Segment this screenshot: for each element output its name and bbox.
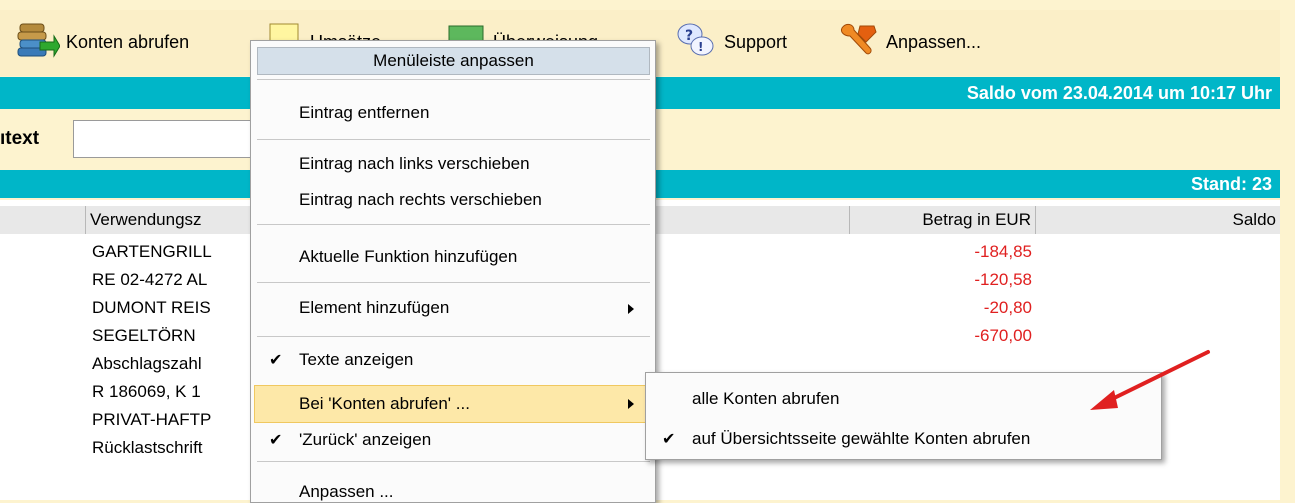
header-empty xyxy=(0,206,86,234)
support-button[interactable]: ? ! Support xyxy=(674,20,787,64)
anpassen-button[interactable]: Anpassen... xyxy=(836,20,981,64)
submenu-arrow-icon xyxy=(628,304,634,314)
menu-item-zurueck-anzeigen[interactable]: 'Zurück' anzeigen xyxy=(299,430,431,450)
submenu-item-gewaehlte-konten[interactable]: auf Übersichtsseite gewählte Konten abru… xyxy=(692,429,1030,449)
menu-item-anpassen[interactable]: Anpassen ... xyxy=(299,482,394,502)
menu-separator xyxy=(257,336,650,337)
menu-item-nach-rechts[interactable]: Eintrag nach rechts verschieben xyxy=(299,190,542,210)
table-cell-verwendungszweck: Rücklastschrift xyxy=(92,438,203,457)
menu-item-bei-konten-abrufen[interactable]: Bei 'Konten abrufen' ... xyxy=(299,394,470,414)
table-cell-verwendungszweck: R 186069, K 1 xyxy=(92,382,201,401)
context-menu: Menüleiste anpassen Eintrag entfernen Ei… xyxy=(250,40,656,503)
submenu-item-alle-konten[interactable]: alle Konten abrufen xyxy=(692,389,839,409)
checkmark-icon: ✔ xyxy=(269,352,283,369)
menu-item-funktion-hinzufuegen[interactable]: Aktuelle Funktion hinzufügen xyxy=(299,247,517,267)
table-cell-betrag: -120,58 xyxy=(974,270,1032,289)
konten-abrufen-label: Konten abrufen xyxy=(66,31,190,52)
menu-title: Menüleiste anpassen xyxy=(257,47,650,75)
header-betrag[interactable]: Betrag in EUR xyxy=(850,206,1036,234)
support-label: Support xyxy=(724,31,788,52)
menu-item-nach-links[interactable]: Eintrag nach links verschieben xyxy=(299,154,530,174)
search-label: ıtext xyxy=(0,128,40,149)
menu-item-element-hinzufuegen[interactable]: Element hinzufügen xyxy=(299,298,449,318)
menu-separator xyxy=(257,224,650,225)
table-cell-verwendungszweck: GARTENGRILL xyxy=(92,242,212,261)
checkmark-icon: ✔ xyxy=(269,432,283,449)
konten-abrufen-button[interactable]: Konten abrufen xyxy=(14,20,189,64)
support-icon: ? ! xyxy=(674,20,718,65)
checkmark-icon: ✔ xyxy=(662,431,676,448)
menu-item-eintrag-entfernen[interactable]: Eintrag entfernen xyxy=(299,103,429,123)
search-input[interactable] xyxy=(73,120,263,158)
header-saldo[interactable]: Saldo xyxy=(1036,206,1280,234)
menu-separator xyxy=(257,79,650,80)
konten-abrufen-icon xyxy=(14,20,61,65)
submenu-arrow-icon xyxy=(628,399,634,409)
menu-item-texte-anzeigen[interactable]: Texte anzeigen xyxy=(299,350,413,370)
annotation-arrow-icon xyxy=(1090,350,1210,410)
table-cell-verwendungszweck: SEGELTÖRN xyxy=(92,326,196,345)
table-cell-verwendungszweck: Abschlagszahl xyxy=(92,354,202,373)
table-cell-verwendungszweck: DUMONT REIS xyxy=(92,298,211,317)
wrench-icon xyxy=(836,20,880,65)
svg-text:!: ! xyxy=(698,40,703,54)
table-cell-betrag: -670,00 xyxy=(974,326,1032,345)
menu-separator xyxy=(257,461,650,462)
table-cell-betrag: -20,80 xyxy=(983,298,1032,317)
anpassen-label: Anpassen... xyxy=(886,31,982,52)
table-cell-verwendungszweck: RE 02-4272 AL xyxy=(92,270,208,289)
table-cell-verwendungszweck: PRIVAT-HAFTP xyxy=(92,410,212,429)
menu-separator xyxy=(257,282,650,283)
table-cell-betrag: -184,85 xyxy=(974,242,1032,261)
menu-separator xyxy=(257,139,650,140)
